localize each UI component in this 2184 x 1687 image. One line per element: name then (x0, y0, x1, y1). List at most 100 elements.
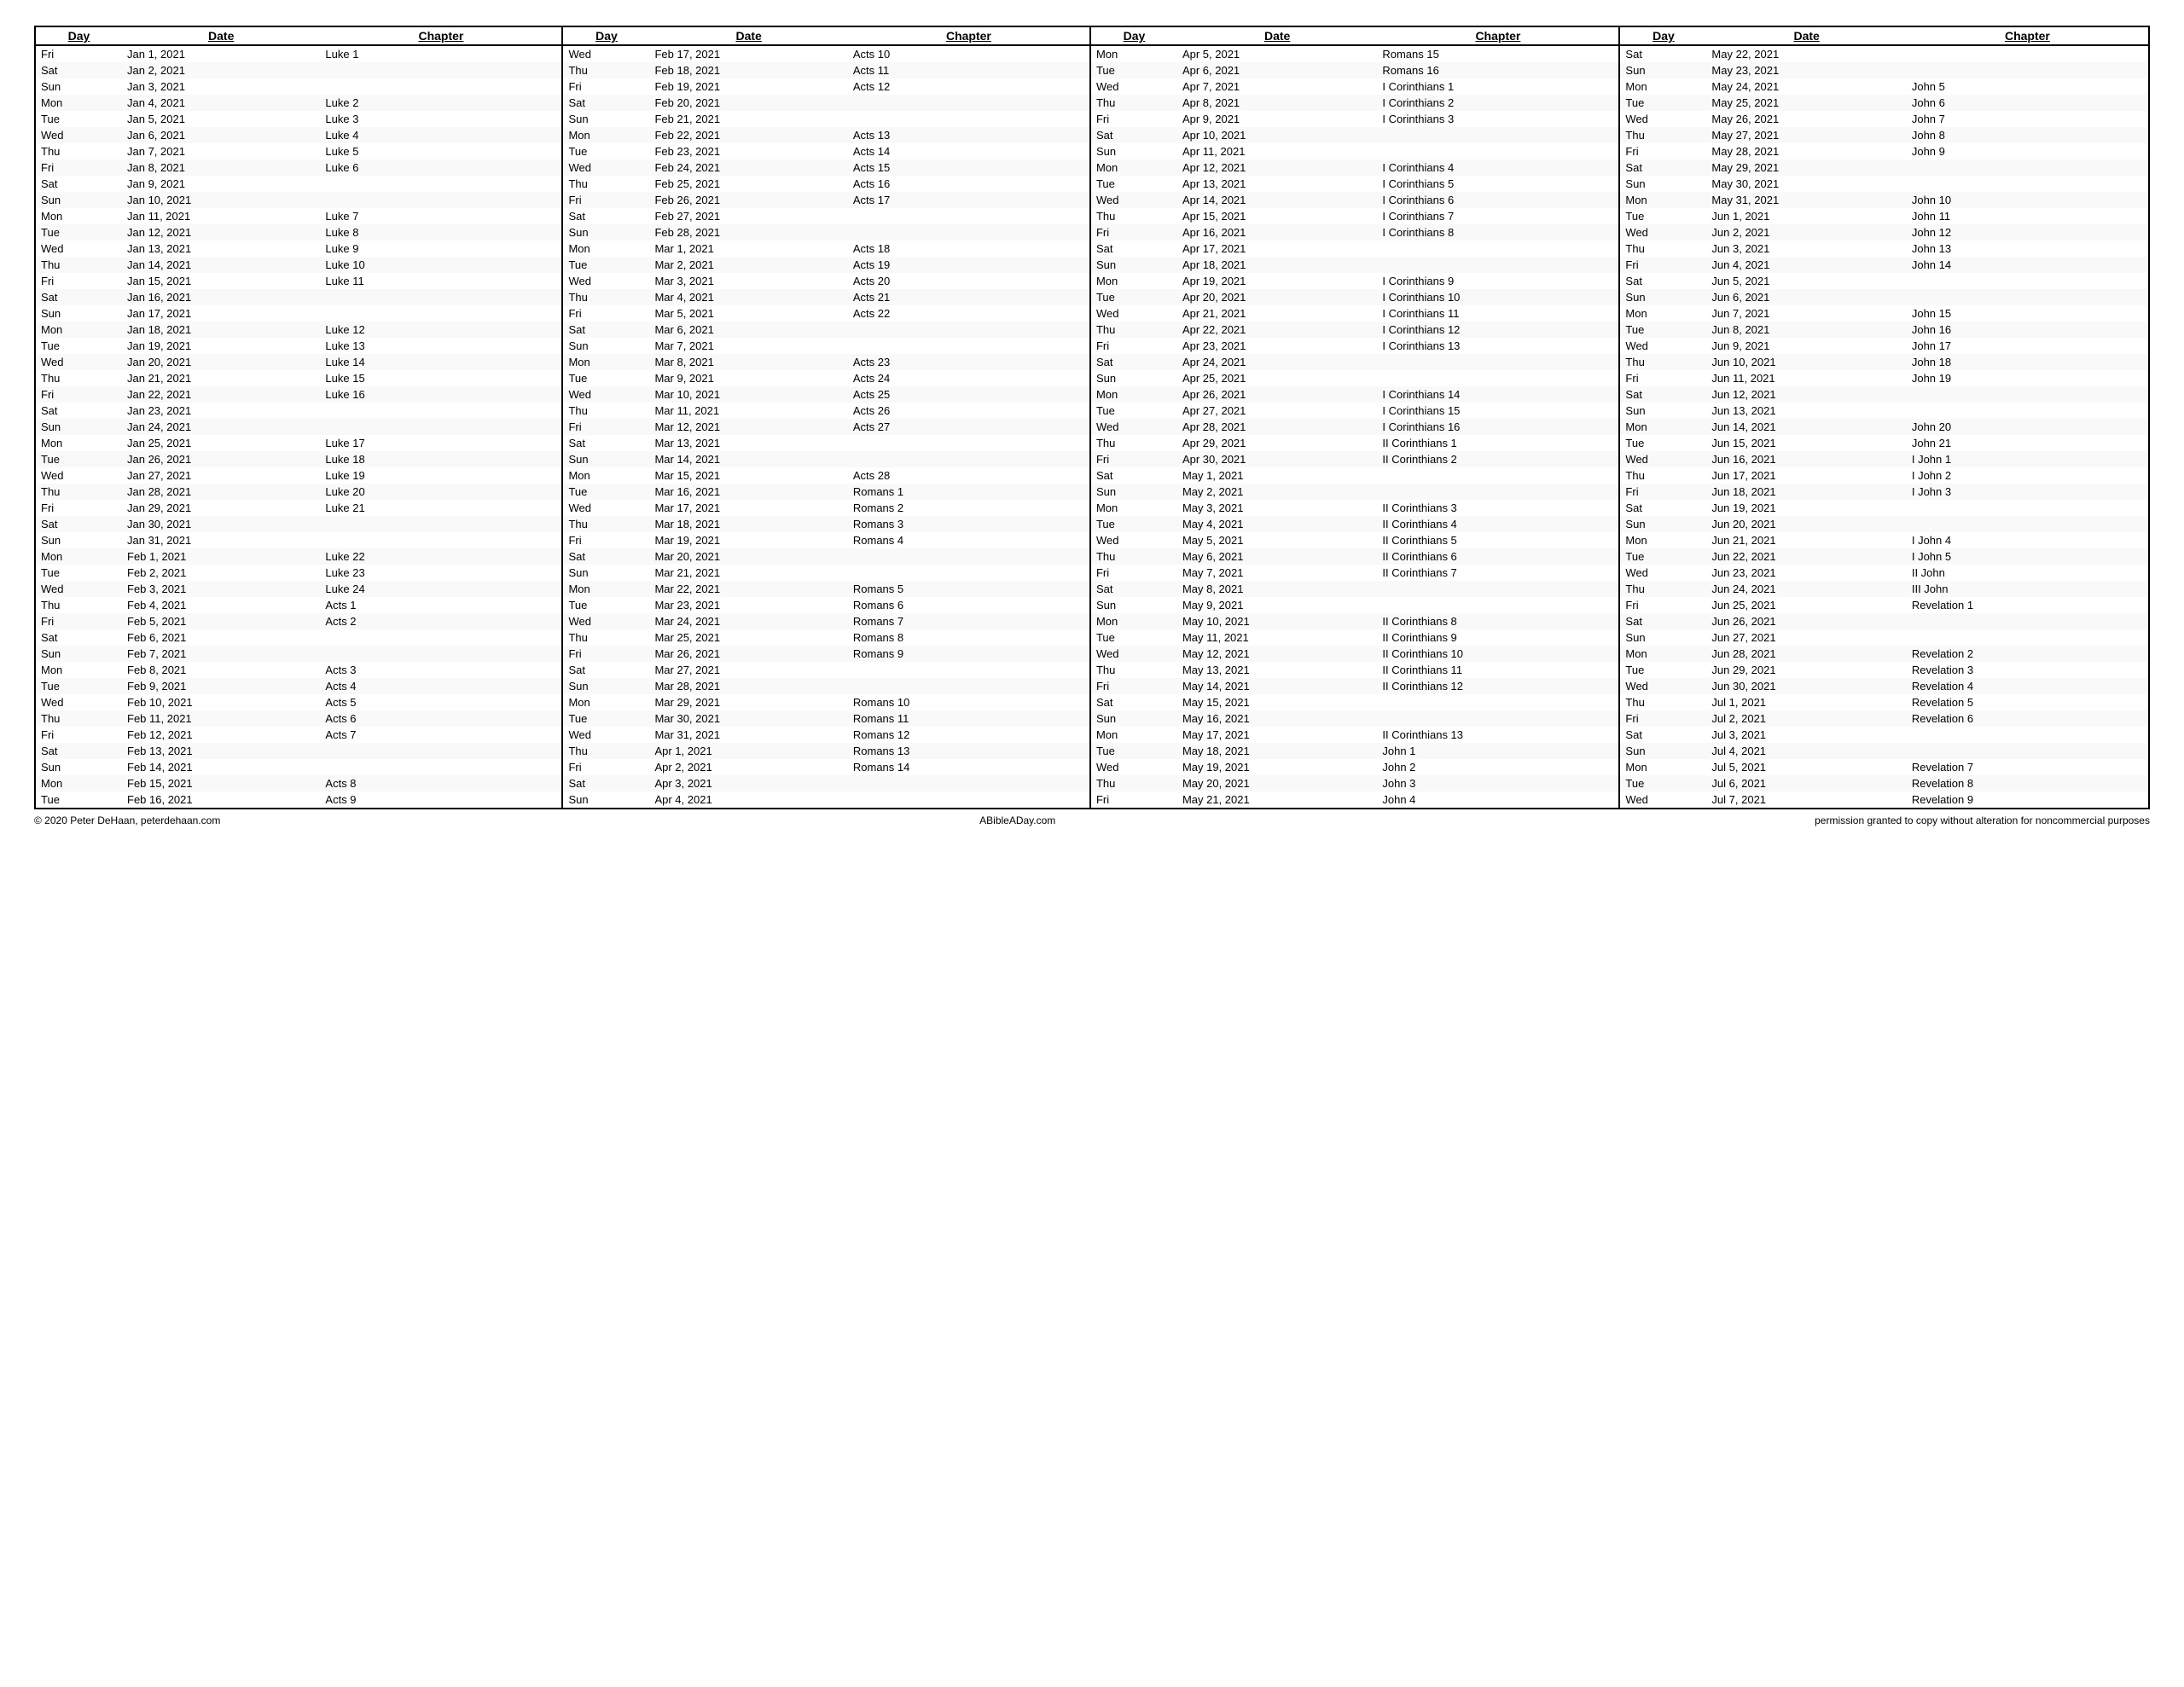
cell-date-0: Feb 7, 2021 (122, 646, 320, 662)
cell-day-0: Sat (35, 62, 122, 78)
cell-chapter-3: John 18 (1907, 354, 2149, 370)
cell-date-2: May 4, 2021 (1177, 516, 1377, 532)
cell-day-0: Sat (35, 176, 122, 192)
cell-day-2: Mon (1090, 386, 1177, 403)
cell-date-2: May 18, 2021 (1177, 743, 1377, 759)
cell-day-3: Wed (1619, 565, 1706, 581)
cell-day-1: Wed (562, 500, 649, 516)
cell-date-2: May 15, 2021 (1177, 694, 1377, 710)
cell-date-0: Feb 11, 2021 (122, 710, 320, 727)
table-row: FriJan 15, 2021Luke 11WedMar 3, 2021Acts… (35, 273, 2149, 289)
cell-day-1: Mon (562, 354, 649, 370)
cell-day-3: Thu (1619, 127, 1706, 143)
cell-chapter-1: Acts 20 (848, 273, 1090, 289)
cell-day-0: Mon (35, 662, 122, 678)
cell-chapter-0: Luke 1 (320, 45, 562, 62)
cell-date-3: May 31, 2021 (1706, 192, 1906, 208)
cell-chapter-0: Luke 3 (320, 111, 562, 127)
cell-day-0: Sun (35, 192, 122, 208)
cell-date-0: Feb 5, 2021 (122, 613, 320, 629)
cell-chapter-3: I John 1 (1907, 451, 2149, 467)
cell-date-2: Apr 10, 2021 (1177, 127, 1377, 143)
cell-date-1: Feb 17, 2021 (649, 45, 847, 62)
cell-day-1: Sun (562, 565, 649, 581)
cell-date-0: Jan 9, 2021 (122, 176, 320, 192)
cell-day-2: Wed (1090, 78, 1177, 95)
cell-day-1: Sat (562, 322, 649, 338)
cell-date-3: Jun 14, 2021 (1706, 419, 1906, 435)
cell-date-2: Apr 23, 2021 (1177, 338, 1377, 354)
cell-date-2: May 5, 2021 (1177, 532, 1377, 548)
cell-chapter-3: John 9 (1907, 143, 2149, 159)
cell-date-2: Apr 8, 2021 (1177, 95, 1377, 111)
cell-chapter-0 (320, 743, 562, 759)
cell-day-2: Mon (1090, 159, 1177, 176)
cell-day-3: Fri (1619, 257, 1706, 273)
cell-date-1: Feb 24, 2021 (649, 159, 847, 176)
cell-chapter-1 (848, 775, 1090, 791)
cell-chapter-0 (320, 419, 562, 435)
cell-chapter-0: Luke 22 (320, 548, 562, 565)
cell-chapter-3 (1907, 62, 2149, 78)
cell-date-3: Jul 5, 2021 (1706, 759, 1906, 775)
cell-date-1: Mar 21, 2021 (649, 565, 847, 581)
cell-chapter-0: Luke 11 (320, 273, 562, 289)
cell-date-3: May 26, 2021 (1706, 111, 1906, 127)
cell-day-3: Sun (1619, 629, 1706, 646)
cell-date-1: Mar 19, 2021 (649, 532, 847, 548)
cell-date-0: Jan 18, 2021 (122, 322, 320, 338)
cell-day-1: Mon (562, 127, 649, 143)
table-row: SatJan 16, 2021ThuMar 4, 2021Acts 21TueA… (35, 289, 2149, 305)
cell-chapter-0: Luke 14 (320, 354, 562, 370)
cell-day-0: Sat (35, 743, 122, 759)
cell-day-0: Thu (35, 143, 122, 159)
cell-date-2: May 3, 2021 (1177, 500, 1377, 516)
cell-date-2: Apr 7, 2021 (1177, 78, 1377, 95)
cell-chapter-2 (1377, 370, 1619, 386)
cell-date-0: Jan 11, 2021 (122, 208, 320, 224)
cell-chapter-1: Romans 7 (848, 613, 1090, 629)
cell-date-0: Jan 10, 2021 (122, 192, 320, 208)
table-row: FriJan 29, 2021Luke 21WedMar 17, 2021Rom… (35, 500, 2149, 516)
cell-chapter-0: Luke 10 (320, 257, 562, 273)
cell-day-1: Sun (562, 678, 649, 694)
cell-chapter-0: Luke 13 (320, 338, 562, 354)
cell-chapter-3: John 15 (1907, 305, 2149, 322)
cell-date-3: Jun 28, 2021 (1706, 646, 1906, 662)
cell-day-3: Tue (1619, 775, 1706, 791)
cell-date-0: Jan 31, 2021 (122, 532, 320, 548)
cell-date-0: Feb 14, 2021 (122, 759, 320, 775)
cell-chapter-3: Revelation 3 (1907, 662, 2149, 678)
cell-date-2: Apr 9, 2021 (1177, 111, 1377, 127)
cell-chapter-0: Luke 17 (320, 435, 562, 451)
cell-day-0: Thu (35, 484, 122, 500)
header-day-1: Day (35, 26, 122, 45)
cell-day-2: Tue (1090, 289, 1177, 305)
cell-day-3: Tue (1619, 435, 1706, 451)
cell-date-3: Jun 15, 2021 (1706, 435, 1906, 451)
cell-chapter-2 (1377, 467, 1619, 484)
cell-date-3: Jun 20, 2021 (1706, 516, 1906, 532)
cell-chapter-2 (1377, 127, 1619, 143)
cell-chapter-0: Luke 16 (320, 386, 562, 403)
cell-chapter-2: II Corinthians 5 (1377, 532, 1619, 548)
cell-date-1: Mar 23, 2021 (649, 597, 847, 613)
cell-day-2: Sun (1090, 484, 1177, 500)
cell-chapter-0: Luke 24 (320, 581, 562, 597)
cell-chapter-0 (320, 192, 562, 208)
cell-chapter-1: Romans 11 (848, 710, 1090, 727)
header-chapter-1: Chapter (320, 26, 562, 45)
cell-date-3: Jun 22, 2021 (1706, 548, 1906, 565)
cell-chapter-2: I Corinthians 10 (1377, 289, 1619, 305)
cell-date-0: Feb 13, 2021 (122, 743, 320, 759)
cell-chapter-2 (1377, 354, 1619, 370)
cell-chapter-1 (848, 662, 1090, 678)
cell-date-2: Apr 30, 2021 (1177, 451, 1377, 467)
cell-day-1: Sat (562, 775, 649, 791)
cell-day-1: Wed (562, 45, 649, 62)
cell-chapter-1 (848, 565, 1090, 581)
cell-date-1: Mar 12, 2021 (649, 419, 847, 435)
cell-chapter-3: John 10 (1907, 192, 2149, 208)
table-row: MonFeb 1, 2021Luke 22SatMar 20, 2021ThuM… (35, 548, 2149, 565)
cell-day-3: Fri (1619, 597, 1706, 613)
